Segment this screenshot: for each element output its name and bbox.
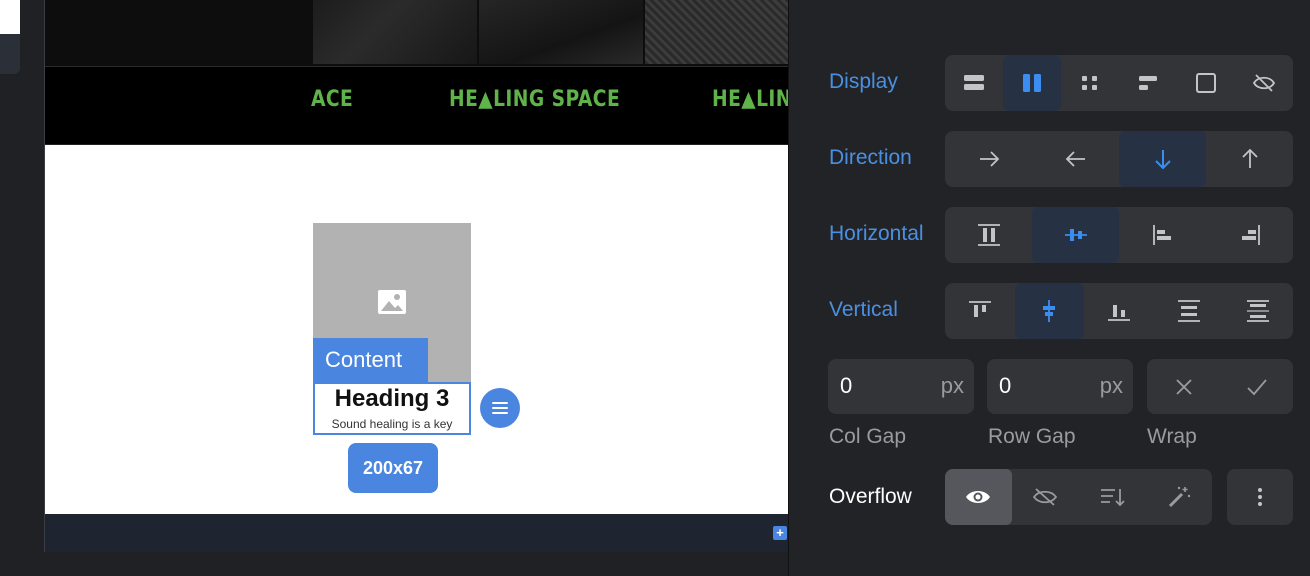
- align-stretch-icon: [977, 224, 1000, 246]
- horizontal-options: [945, 207, 1293, 263]
- size-badge: 200x67: [348, 443, 438, 493]
- more-options: [1227, 469, 1293, 525]
- space-between-button[interactable]: [1154, 283, 1224, 339]
- vertical-label: Vertical: [829, 298, 898, 321]
- block-icon: [964, 75, 984, 90]
- marquee-banner[interactable]: ACE HE▲LING SPACE HE▲LIN: [45, 66, 788, 144]
- layout-panel: Display Direction Horizontal Vertical 0 …: [788, 0, 1310, 576]
- inline-icon: [1139, 76, 1157, 90]
- justify-center-button[interactable]: [1014, 283, 1085, 339]
- display-inline-button[interactable]: [1119, 55, 1177, 111]
- align-stretch-button[interactable]: [945, 207, 1032, 263]
- align-end-icon: [1241, 225, 1260, 245]
- justify-center-icon: [1043, 300, 1056, 322]
- element-menu-button[interactable]: [480, 388, 520, 428]
- scroll-icon: [1100, 489, 1125, 507]
- gallery-photo[interactable]: [645, 0, 788, 64]
- justify-start-button[interactable]: [945, 283, 1015, 339]
- col-gap-unit[interactable]: px: [941, 373, 964, 399]
- space-around-button[interactable]: [1223, 283, 1293, 339]
- space-around-icon: [1247, 300, 1270, 322]
- display-block-button[interactable]: [945, 55, 1003, 111]
- arrow-left-icon: [1065, 151, 1085, 167]
- display-inline-block-button[interactable]: [1177, 55, 1235, 111]
- more-options-button[interactable]: [1227, 469, 1293, 525]
- row-gap-value[interactable]: 0: [999, 373, 1011, 399]
- direction-options: [945, 131, 1293, 187]
- row-gap-unit[interactable]: px: [1100, 373, 1123, 399]
- direction-column-button[interactable]: [1119, 131, 1206, 187]
- magic-icon: [1168, 486, 1190, 508]
- heading-text[interactable]: Heading 3: [315, 385, 469, 413]
- align-end-button[interactable]: [1206, 207, 1293, 263]
- overflow-visible-button[interactable]: [945, 469, 1012, 525]
- content-section[interactable]: Content Heading 3 Sound healing is a key…: [45, 145, 788, 514]
- grid-icon: [1082, 76, 1097, 90]
- no-wrap-button[interactable]: [1147, 359, 1220, 414]
- overflow-auto-button[interactable]: [1145, 469, 1212, 525]
- wrap-options: [1147, 359, 1293, 414]
- justify-end-icon: [1107, 305, 1130, 321]
- wrap-button[interactable]: [1220, 359, 1293, 414]
- marquee-text: ACE: [311, 87, 354, 112]
- space-between-icon: [1177, 300, 1200, 322]
- add-section-button[interactable]: +: [773, 526, 787, 540]
- display-options: [945, 55, 1293, 111]
- display-label: Display: [829, 70, 898, 93]
- col-gap-label: Col Gap: [829, 425, 907, 448]
- col-gap-input[interactable]: 0 px: [828, 359, 974, 414]
- photo-gallery: [45, 0, 788, 66]
- overflow-hidden-button[interactable]: [1012, 469, 1079, 525]
- content-element-label[interactable]: Content: [313, 338, 428, 382]
- menu-icon: [492, 402, 508, 414]
- wrap-label: Wrap: [1147, 425, 1197, 448]
- vertical-options: [945, 283, 1293, 339]
- overflow-scroll-button[interactable]: [1079, 469, 1146, 525]
- align-center-button[interactable]: [1032, 207, 1119, 263]
- marquee-text: HE▲LING SPACE: [449, 87, 621, 112]
- justify-end-button[interactable]: [1084, 283, 1154, 339]
- image-icon: [378, 290, 406, 314]
- flex-columns-icon: [1023, 74, 1041, 92]
- display-grid-button[interactable]: [1061, 55, 1119, 111]
- arrow-down-icon: [1154, 150, 1171, 170]
- display-none-button[interactable]: [1235, 55, 1293, 111]
- paragraph-text[interactable]: Sound healing is a key: [315, 417, 469, 431]
- arrow-up-icon: [1241, 148, 1258, 168]
- inline-block-icon: [1196, 73, 1216, 93]
- align-start-button[interactable]: [1119, 207, 1206, 263]
- justify-start-icon: [968, 301, 991, 317]
- more-vertical-icon: [1258, 488, 1262, 506]
- eye-off-icon: [1033, 488, 1058, 506]
- overflow-label: Overflow: [829, 485, 912, 508]
- horizontal-label: Horizontal: [829, 222, 924, 245]
- check-icon: [1246, 378, 1267, 395]
- row-gap-label: Row Gap: [988, 425, 1076, 448]
- gallery-photo[interactable]: [479, 0, 643, 64]
- direction-row-button[interactable]: [945, 131, 1032, 187]
- direction-label: Direction: [829, 146, 912, 169]
- left-panel-tab[interactable]: [0, 34, 20, 74]
- col-gap-value[interactable]: 0: [840, 373, 852, 399]
- canvas-footer: +: [45, 514, 788, 552]
- direction-column-reverse-button[interactable]: [1206, 131, 1293, 187]
- hidden-icon: [1252, 74, 1276, 92]
- page-preview: ACE HE▲LING SPACE HE▲LIN Content Heading…: [44, 0, 788, 552]
- selected-content-element[interactable]: Heading 3 Sound healing is a key: [313, 382, 471, 435]
- gallery-photo[interactable]: [313, 0, 477, 64]
- align-start-icon: [1152, 225, 1171, 245]
- eye-icon: [966, 491, 991, 503]
- marquee-text: HE▲LIN: [712, 87, 788, 112]
- row-gap-input[interactable]: 0 px: [987, 359, 1133, 414]
- direction-row-reverse-button[interactable]: [1032, 131, 1119, 187]
- left-panel-edge: [0, 0, 20, 34]
- arrow-right-icon: [979, 151, 999, 167]
- align-center-icon: [1064, 229, 1087, 241]
- display-flex-button[interactable]: [1003, 55, 1061, 111]
- close-icon: [1175, 378, 1192, 395]
- canvas-area: ACE HE▲LING SPACE HE▲LIN Content Heading…: [0, 0, 788, 576]
- overflow-options: [945, 469, 1212, 525]
